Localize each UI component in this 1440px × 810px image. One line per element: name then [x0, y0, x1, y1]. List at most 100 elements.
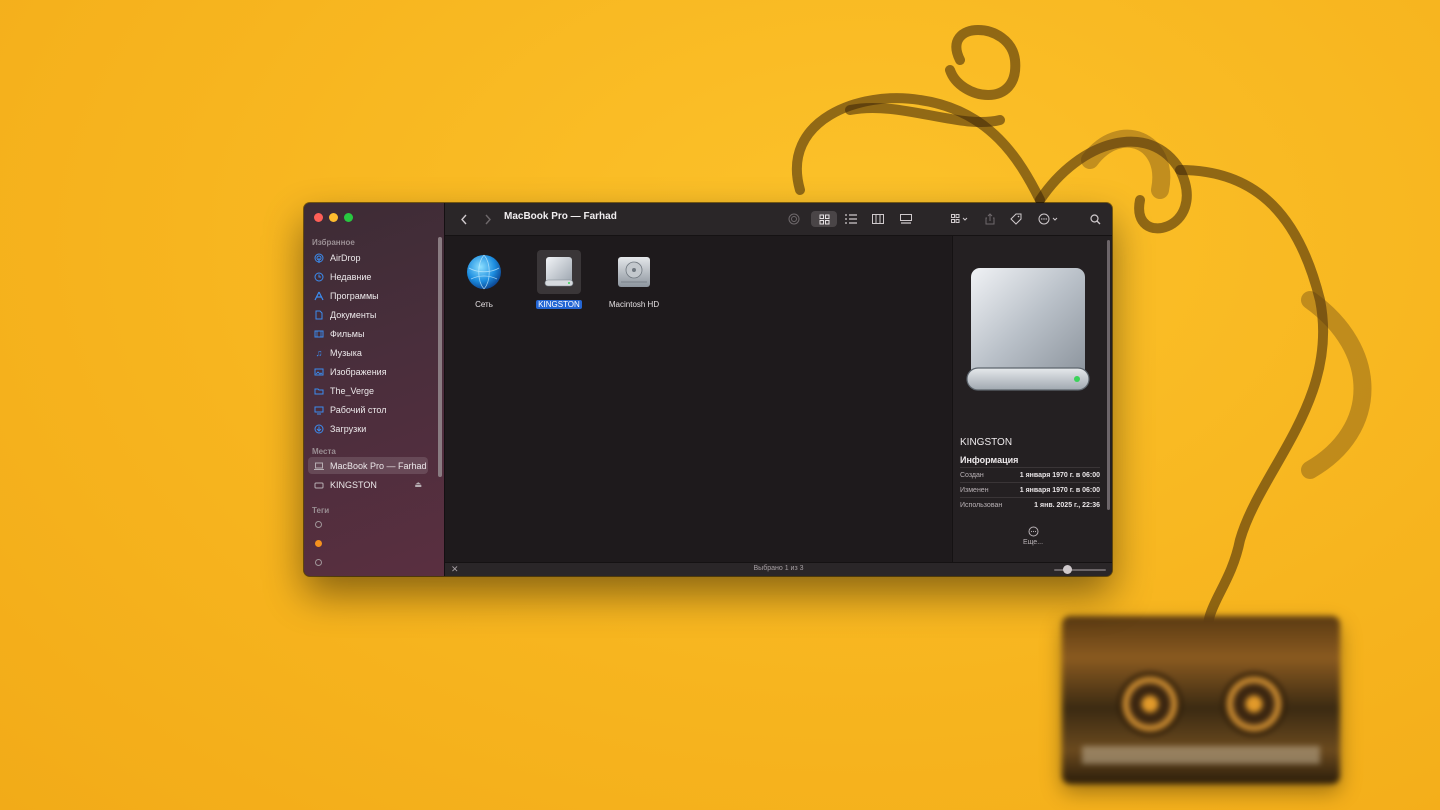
tag-dot-orange[interactable] — [315, 540, 322, 547]
row-key: Использован — [960, 502, 1003, 509]
columns-icon — [872, 214, 884, 224]
sidebar-item-label: Загрузки — [330, 423, 367, 434]
external-drive-icon — [537, 250, 581, 294]
sidebar-section-tags: Теги — [312, 506, 330, 515]
item-kingston[interactable]: KINGSTON — [524, 250, 594, 312]
sidebar-section-locations: Места — [312, 447, 336, 456]
row-value: 1 января 1970 г. в 06:00 — [1019, 487, 1100, 494]
network-globe-icon — [462, 250, 506, 294]
item-network[interactable]: Сеть — [449, 250, 519, 312]
airdrop-toolbar-button[interactable] — [787, 211, 801, 227]
download-icon — [314, 424, 324, 434]
sidebar-item-label: Изображения — [330, 366, 387, 377]
eject-icon[interactable]: ⏏ — [414, 480, 422, 489]
sidebar-item-the-verge[interactable]: The_Verge — [308, 382, 428, 399]
desktop-icon — [314, 405, 324, 415]
internal-drive-icon — [612, 250, 656, 294]
sidebar-scrollbar[interactable] — [438, 237, 442, 477]
document-icon — [314, 310, 324, 320]
tag-icon — [1010, 213, 1022, 225]
sidebar-item-documents[interactable]: Документы — [308, 306, 428, 323]
row-key: Создан — [960, 472, 984, 479]
row-key: Изменен — [960, 487, 989, 494]
preview-info-header: Информация — [960, 455, 1019, 465]
airdrop-icon — [788, 213, 800, 225]
more-actions-button[interactable] — [1035, 211, 1063, 227]
back-button[interactable] — [457, 211, 471, 227]
sidebar-item-downloads[interactable]: Загрузки — [308, 420, 428, 437]
more-info-label: Еще... — [1022, 539, 1044, 546]
list-icon — [845, 214, 857, 224]
preview-row-last-opened: Использован 1 янв. 2025 г., 22:36 — [960, 497, 1100, 513]
item-label: KINGSTON — [536, 300, 582, 309]
more-info-button[interactable]: Еще... — [953, 526, 1112, 546]
finder-window[interactable]: Избранное AirDrop Недавние Программы Док… — [304, 203, 1112, 576]
icon-view-button[interactable] — [811, 211, 837, 227]
sidebar-item-label: Фильмы — [330, 328, 365, 339]
minimize-button[interactable] — [329, 213, 338, 222]
sidebar-item-label: Музыка — [330, 347, 362, 358]
external-drive-icon — [966, 268, 1090, 391]
photo-icon — [314, 367, 324, 377]
airdrop-icon — [314, 253, 324, 263]
sidebar: Избранное AirDrop Недавние Программы Док… — [304, 203, 445, 576]
cassette-tape-image — [1062, 616, 1340, 784]
preview-pane: KINGSTON Информация Создан 1 января 1970… — [952, 236, 1112, 563]
preview-row-modified: Изменен 1 января 1970 г. в 06:00 — [960, 482, 1100, 498]
sidebar-item-macbook-pro[interactable]: MacBook Pro — Farhad — [308, 457, 428, 474]
laptop-icon — [314, 461, 324, 471]
sidebar-item-desktop[interactable]: Рабочий стол — [308, 401, 428, 418]
share-button[interactable] — [983, 211, 997, 227]
column-view-button[interactable] — [871, 211, 885, 227]
grid-icon — [819, 214, 829, 224]
icon-size-slider-knob[interactable] — [1063, 565, 1072, 574]
zoom-button[interactable] — [344, 213, 353, 222]
row-value: 1 января 1970 г. в 06:00 — [1019, 472, 1100, 479]
sidebar-item-label: AirDrop — [330, 252, 361, 263]
apps-icon — [314, 291, 324, 301]
sidebar-item-music[interactable]: ♫ Музыка — [308, 344, 428, 361]
close-button[interactable] — [314, 213, 323, 222]
share-icon — [985, 213, 995, 225]
chevron-left-icon — [461, 214, 467, 224]
item-macintosh-hd[interactable]: Macintosh HD — [599, 250, 669, 312]
sidebar-item-label: Документы — [330, 309, 377, 320]
music-note-icon: ♫ — [315, 347, 323, 358]
sidebar-item-applications[interactable]: Программы — [308, 287, 428, 304]
ellipsis-circle-icon — [1038, 213, 1058, 225]
selection-count: Выбрано 1 из 3 — [753, 565, 804, 572]
forward-button[interactable] — [481, 211, 495, 227]
sidebar-item-label: Рабочий стол — [330, 404, 387, 415]
tag-dot-empty[interactable] — [315, 521, 322, 528]
file-icon-grid[interactable]: Сеть KINGSTON Macintosh HD — [445, 236, 951, 563]
sidebar-item-movies[interactable]: Фильмы — [308, 325, 428, 342]
sidebar-item-label: KINGSTON — [330, 479, 377, 490]
gallery-icon — [900, 214, 912, 224]
preview-scrollbar[interactable] — [1107, 240, 1110, 510]
sidebar-item-label: MacBook Pro — Farhad — [330, 460, 427, 471]
sidebar-section-favorites: Избранное — [312, 238, 355, 247]
preview-item-name: KINGSTON — [960, 437, 1013, 448]
group-by-button[interactable] — [947, 211, 973, 227]
status-bar: ✕ Выбрано 1 из 3 — [445, 562, 1112, 576]
sidebar-item-pictures[interactable]: Изображения — [308, 363, 428, 380]
folder-icon — [314, 386, 324, 396]
sidebar-item-recents[interactable]: Недавние — [308, 268, 428, 285]
search-button[interactable] — [1088, 211, 1102, 227]
icon-size-slider[interactable] — [1054, 569, 1106, 571]
ellipsis-circle-icon — [1028, 526, 1038, 537]
gallery-view-button[interactable] — [899, 211, 913, 227]
list-view-button[interactable] — [844, 211, 858, 227]
tag-button[interactable] — [1009, 211, 1023, 227]
window-controls — [314, 213, 353, 222]
sidebar-item-label: Программы — [330, 290, 379, 301]
tag-dot-empty[interactable] — [315, 559, 322, 566]
search-icon — [1089, 213, 1100, 224]
grid-chevron-icon — [951, 214, 968, 223]
sidebar-item-airdrop[interactable]: AirDrop — [308, 249, 428, 266]
sidebar-item-kingston[interactable]: KINGSTON ⏏ — [308, 476, 428, 493]
chevron-right-icon — [485, 214, 491, 224]
item-label: Сеть — [475, 300, 493, 309]
film-icon — [314, 329, 324, 339]
preview-row-created: Создан 1 января 1970 г. в 06:00 — [960, 467, 1100, 483]
